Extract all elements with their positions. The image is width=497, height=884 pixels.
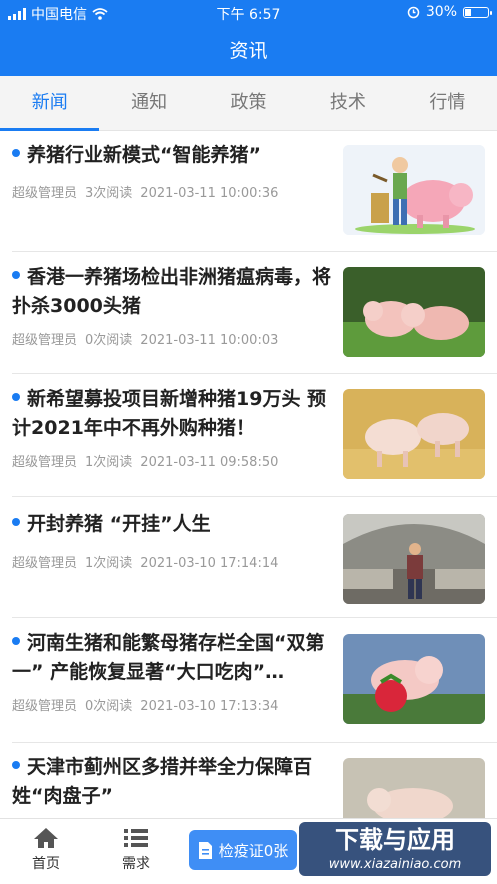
news-item[interactable]: 河南生猪和能繁母猪存栏全国“双第一” 产能恢复显著“大口吃肉”… 超级管理员 0次…	[12, 618, 497, 743]
quarantine-certificate-button[interactable]: 检疫证0张	[189, 830, 297, 870]
news-title: 天津市蓟州区多措并举全力保障百姓“肉盘子”	[12, 756, 313, 807]
svg-text:www.xiazainiao.com: www.xiazainiao.com	[329, 857, 462, 872]
news-thumbnail	[343, 758, 485, 826]
news-thumbnail	[343, 514, 485, 604]
tab-technology[interactable]: 技术	[298, 76, 397, 130]
document-icon	[198, 841, 212, 859]
news-thumbnail	[343, 145, 485, 235]
home-icon	[34, 828, 58, 848]
news-title: 养猪行业新模式“智能养猪”	[12, 141, 332, 170]
certificate-label: 检疫证0张	[218, 841, 289, 860]
bottom-tab-bar: 首页 需求 检疫证0张 下载与应用 www.xiazainiao.com	[0, 818, 497, 884]
news-thumbnail	[343, 634, 485, 724]
tab-notice[interactable]: 通知	[99, 76, 198, 130]
svg-text:下载与应用: 下载与应用	[335, 826, 455, 854]
page-title: 资讯	[0, 26, 497, 76]
tab-market[interactable]: 行情	[398, 76, 497, 130]
news-item[interactable]: 新希望募投项目新增种猪19万头 预计2021年中不再外购种猪！ 超级管理员 1次阅…	[12, 374, 497, 497]
news-meta: 超级管理员 0次阅读 2021-03-11 10:00:03	[12, 333, 279, 348]
news-item[interactable]: 天津市蓟州区多措并举全力保障百姓“肉盘子”	[12, 743, 497, 826]
tab-demand[interactable]: 需求	[116, 827, 156, 873]
news-title: 河南生猪和能繁母猪存栏全国“双第一” 产能恢复显著“大口吃肉”…	[12, 632, 325, 683]
alarm-icon	[407, 6, 420, 18]
news-title: 香港一养猪场检出非洲猪瘟病毒，将扑杀3000头猪	[12, 266, 332, 317]
news-meta: 超级管理员 0次阅读 2021-03-10 17:13:34	[12, 699, 279, 714]
battery-percent: 30%	[425, 4, 457, 20]
news-meta: 超级管理员 1次阅读 2021-03-11 09:58:50	[12, 455, 279, 470]
watermark-logo: 下载与应用 www.xiazainiao.com	[299, 822, 491, 876]
tab-demand-label: 需求	[122, 856, 150, 872]
tab-news[interactable]: 新闻	[0, 76, 100, 131]
news-item[interactable]: 香港一养猪场检出非洲猪瘟病毒，将扑杀3000头猪 超级管理员 0次阅读 2021-0…	[12, 252, 497, 374]
status-bar: 中国电信 下午 6:57 30%	[0, 0, 497, 26]
list-icon	[124, 829, 148, 847]
news-meta: 超级管理员 3次阅读 2021-03-11 10:00:36	[12, 186, 279, 201]
tab-home-label: 首页	[32, 856, 60, 872]
news-item[interactable]: 开封养猪 “开挂”人生 超级管理员 1次阅读 2021-03-10 17:14:14	[12, 497, 497, 618]
news-title: 开封养猪 “开挂”人生	[12, 510, 332, 539]
news-list: 养猪行业新模式“智能养猪” 超级管理员 3次阅读 2021-03-11 10:00:…	[0, 131, 497, 826]
news-meta: 超级管理员 1次阅读 2021-03-10 17:14:14	[12, 556, 279, 571]
category-tabs: 新闻 通知 政策 技术 行情	[0, 76, 497, 131]
news-title: 新希望募投项目新增种猪19万头 预计2021年中不再外购种猪！	[12, 388, 327, 439]
tab-policy[interactable]: 政策	[199, 76, 298, 130]
news-thumbnail	[343, 389, 485, 479]
news-thumbnail	[343, 267, 485, 357]
tab-home[interactable]: 首页	[26, 827, 66, 873]
news-item[interactable]: 养猪行业新模式“智能养猪” 超级管理员 3次阅读 2021-03-11 10:00:…	[12, 131, 497, 252]
battery-icon	[463, 6, 492, 18]
